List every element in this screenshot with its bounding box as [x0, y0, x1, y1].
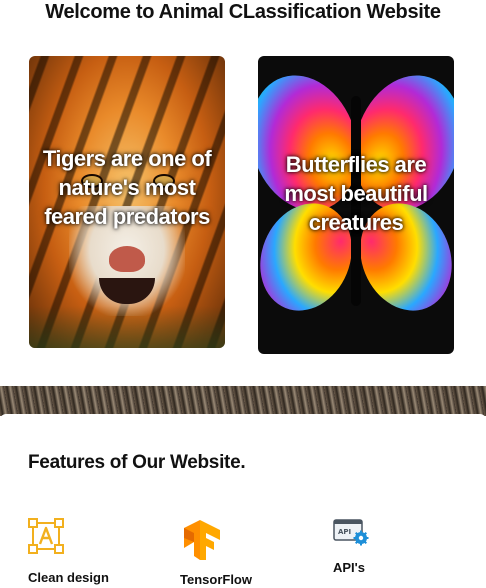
feature-label: Clean design [28, 570, 109, 585]
background-image-strip [0, 386, 486, 416]
tiger-card[interactable]: Tigers are one of nature's most feared p… [29, 56, 225, 348]
feature-label: API's [333, 560, 365, 575]
design-frame-icon [28, 518, 64, 554]
butterfly-card[interactable]: Butterflies are most beautiful creatures [258, 56, 454, 354]
feature-label: TensorFlow [180, 572, 252, 587]
butterfly-card-caption: Butterflies are most beautiful creatures [284, 152, 428, 235]
page-title: Welcome to Animal CLassification Website [45, 1, 441, 23]
api-gear-icon: API [333, 519, 369, 546]
features-title: Features of Our Website. [28, 452, 246, 473]
tiger-foliage [29, 306, 225, 348]
tiger-nose [109, 246, 145, 272]
tiger-card-caption: Tigers are one of nature's most feared p… [42, 146, 212, 229]
features-section: Features of Our Website. Clean design Te… [0, 414, 486, 588]
svg-text:API: API [338, 528, 351, 536]
tensorflow-logo-icon [184, 520, 220, 560]
hero-section: Tigers are one of nature's most feared p… [0, 26, 486, 386]
